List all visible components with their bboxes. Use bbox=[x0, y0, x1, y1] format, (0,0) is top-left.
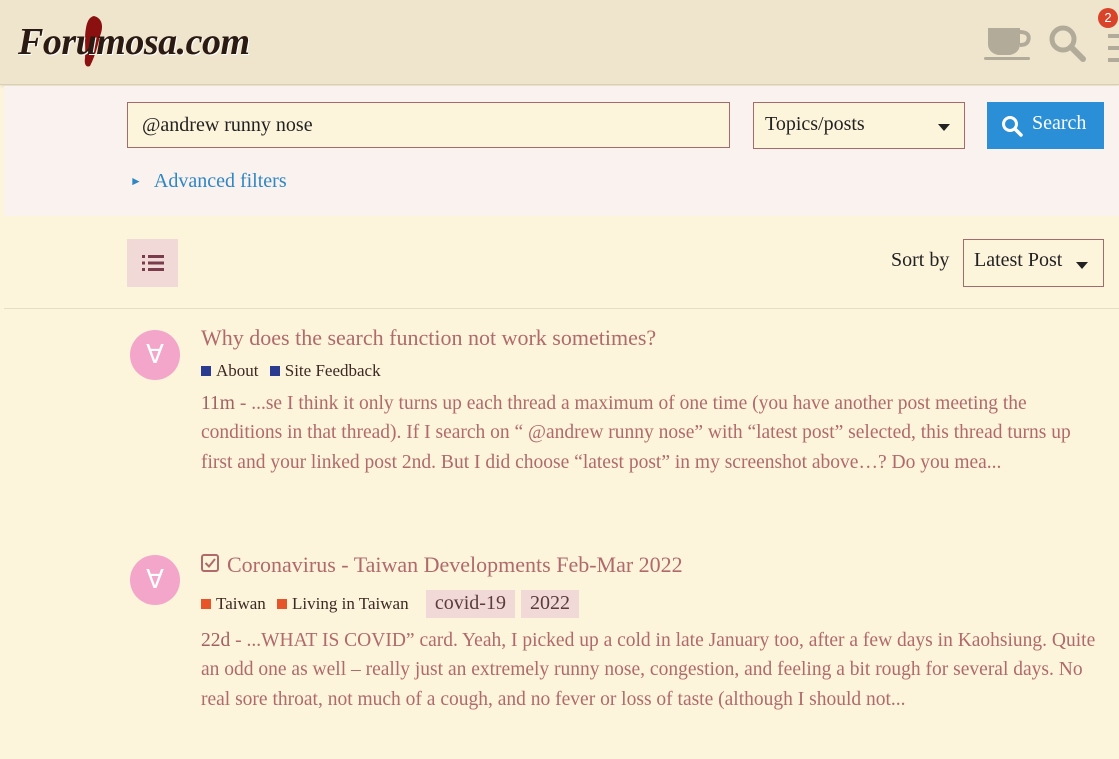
list-icon bbox=[142, 255, 164, 271]
hamburger-menu-icon[interactable] bbox=[1108, 34, 1119, 64]
coffee-cup-icon[interactable] bbox=[984, 24, 1032, 60]
category-badge[interactable]: Living in Taiwan bbox=[277, 594, 409, 614]
search-scope-value: Topics/posts bbox=[765, 113, 865, 135]
result-categories: About Site Feedback bbox=[201, 361, 388, 381]
category-color-swatch bbox=[269, 366, 280, 376]
search-input[interactable] bbox=[127, 102, 730, 148]
category-color-swatch bbox=[277, 599, 288, 609]
sort-select-value: Latest Post bbox=[974, 249, 1063, 271]
result-date: 22d bbox=[201, 630, 231, 651]
result-excerpt[interactable]: ...WHAT IS COVID” card. Yeah, I picked u… bbox=[201, 630, 1095, 710]
category-color-swatch bbox=[201, 599, 211, 609]
advanced-filters-label: Advanced filters bbox=[153, 170, 287, 192]
search-icon bbox=[1002, 116, 1023, 137]
tag-covid-19[interactable]: covid-19 bbox=[425, 590, 515, 618]
bulk-select-toggle[interactable] bbox=[127, 239, 178, 287]
search-button-label: Search bbox=[1032, 112, 1087, 134]
search-scope-select[interactable]: Topics/posts bbox=[753, 102, 965, 149]
tag-2022[interactable]: 2022 bbox=[520, 590, 579, 618]
advanced-filters-toggle[interactable]: ► Advanced filters bbox=[130, 170, 287, 193]
result-separator: - bbox=[230, 630, 247, 651]
sort-by-label: Sort by bbox=[891, 249, 950, 271]
chevron-down-icon bbox=[938, 124, 950, 131]
category-badge[interactable]: Site Feedback bbox=[269, 361, 381, 381]
notification-badge[interactable]: 2 bbox=[1098, 8, 1118, 28]
category-badge[interactable]: About bbox=[201, 361, 259, 381]
search-icon[interactable] bbox=[1048, 24, 1086, 62]
category-color-swatch bbox=[201, 366, 211, 376]
divider bbox=[4, 308, 1119, 309]
site-header: Forumosa.com 2 bbox=[0, 0, 1119, 85]
result-separator: - bbox=[234, 393, 252, 414]
chevron-down-icon bbox=[1076, 262, 1088, 269]
avatar[interactable]: ∀ bbox=[130, 555, 180, 605]
result-excerpt[interactable]: ...se I think it only turns up each thre… bbox=[201, 393, 1071, 473]
result-blurb: 11m - ...se I think it only turns up eac… bbox=[201, 389, 1101, 477]
result-blurb: 22d - ...WHAT IS COVID” card. Yeah, I pi… bbox=[201, 626, 1101, 714]
check-box-icon bbox=[201, 554, 219, 572]
search-button[interactable]: Search bbox=[987, 102, 1104, 149]
avatar[interactable]: ∀ bbox=[130, 330, 180, 380]
sort-select[interactable]: Latest Post bbox=[963, 239, 1104, 287]
result-categories: Taiwan Living in Taiwan covid-19 2022 bbox=[201, 590, 579, 618]
category-badge[interactable]: Taiwan bbox=[201, 594, 266, 614]
result-date: 11m bbox=[201, 393, 235, 414]
result-title[interactable]: Coronavirus - Taiwan Developments Feb-Ma… bbox=[227, 552, 683, 578]
result-title[interactable]: Why does the search function not work so… bbox=[201, 325, 656, 351]
site-logo[interactable]: Forumosa.com bbox=[18, 20, 250, 64]
triangle-right-icon: ► bbox=[130, 174, 142, 188]
